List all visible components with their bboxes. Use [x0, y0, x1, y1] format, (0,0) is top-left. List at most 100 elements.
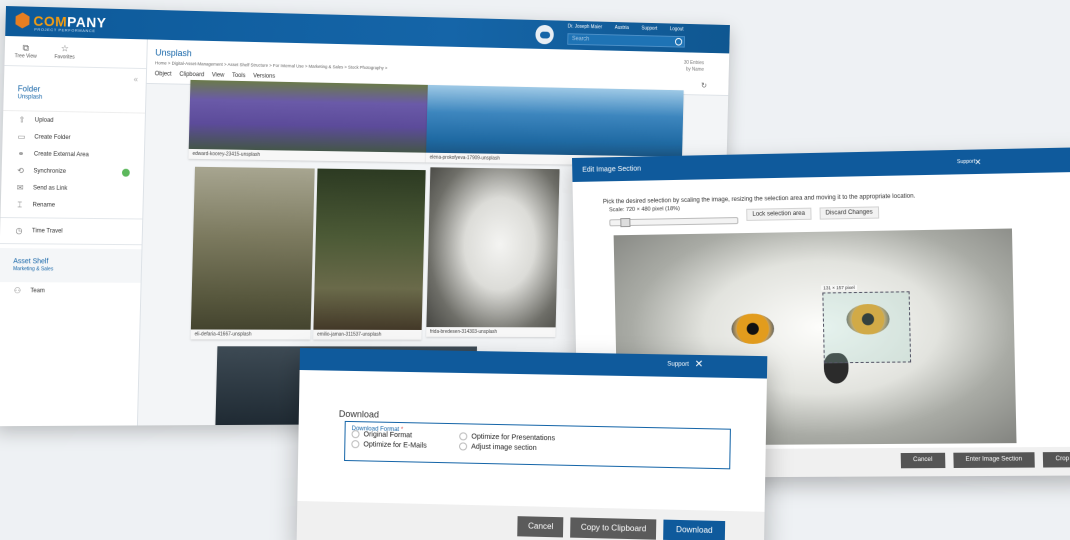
- divider: [0, 217, 142, 219]
- download-dialog: Support ✕ Download Download Format * Ori…: [297, 348, 768, 540]
- entry-count: 30 Entries by Name: [684, 60, 704, 74]
- logo-hex-icon: [15, 12, 29, 28]
- edit-support-link[interactable]: Support: [957, 159, 975, 165]
- close-icon[interactable]: ✕: [974, 157, 981, 166]
- lock-selection-button[interactable]: Lock selection area: [746, 208, 811, 221]
- menu-view[interactable]: View: [212, 72, 225, 78]
- image-tile[interactable]: emilio-jaman-311537-unsplash: [313, 169, 425, 340]
- user-link[interactable]: Dr. Joseph Maier: [568, 24, 603, 31]
- scale-label: Scale: 720 × 480 pixel (18%): [609, 205, 738, 213]
- close-icon[interactable]: ✕: [694, 359, 703, 370]
- edit-dialog-title: Edit Image Section: [582, 165, 641, 173]
- check-icon: [122, 168, 130, 176]
- sidebar-item-synchronize[interactable]: ⟲ Synchronize: [1, 162, 143, 181]
- copy-to-clipboard-button[interactable]: Copy to Clipboard: [570, 517, 656, 539]
- cancel-button[interactable]: Cancel: [901, 453, 945, 469]
- upload-icon: ⇧: [17, 115, 27, 124]
- asset-shelf[interactable]: Asset Shelf Marketing & Sales: [0, 248, 141, 283]
- image-tile[interactable]: elena-prokofyeva-17909-unsplash: [426, 85, 684, 166]
- menu-object[interactable]: Object: [155, 71, 172, 77]
- enter-image-section-button[interactable]: Enter Image Section: [953, 452, 1035, 468]
- sidebar-item-label: Create External Area: [34, 151, 89, 158]
- sidebar-item-label: Synchronize: [33, 168, 66, 174]
- tile-caption: eli-defaria-41667-unsplash: [191, 329, 311, 339]
- folder-heading: Folder: [4, 66, 146, 96]
- option-original-format[interactable]: Original Format: [351, 430, 457, 440]
- sidebar-item-label: Time Travel: [32, 228, 63, 234]
- radio-icon[interactable]: [459, 432, 467, 440]
- discard-changes-button[interactable]: Discard Changes: [819, 206, 879, 219]
- star-icon: ☆: [55, 43, 76, 54]
- option-label: Optimize for E-Mails: [363, 441, 426, 449]
- sidebar-item-create-external-area[interactable]: ⚭ Create External Area: [2, 145, 144, 164]
- option-label: Optimize for Presentations: [471, 433, 555, 442]
- download-support-link[interactable]: Support: [667, 362, 689, 368]
- download-button[interactable]: Download: [664, 520, 726, 540]
- tile-caption: emilio-jaman-311537-unsplash: [313, 330, 421, 340]
- tab-favorites[interactable]: ☆ Favorites: [54, 43, 75, 60]
- sidebar-item-label: Create Folder: [34, 134, 70, 141]
- slider-handle[interactable]: [620, 218, 630, 227]
- refresh-icon[interactable]: ↻: [701, 81, 707, 90]
- option-optimize-emails[interactable]: Optimize for E-Mails: [351, 440, 457, 450]
- logo-tagline: PROJECT PERFORMANCE: [34, 27, 95, 33]
- option-adjust-image-section[interactable]: Adjust image section: [459, 442, 591, 453]
- owl-eye: [731, 313, 774, 344]
- asset-shelf-sub: Marketing & Sales: [13, 266, 127, 273]
- sidebar-tabs: ⧉ Tree View ☆ Favorites: [4, 36, 146, 69]
- sidebar-item-label: Team: [30, 288, 45, 294]
- option-label: Adjust image section: [471, 443, 537, 451]
- radio-icon[interactable]: [351, 440, 359, 448]
- sort-label[interactable]: by Name: [684, 67, 704, 74]
- sidebar-item-time-travel[interactable]: ◷ Time Travel: [0, 222, 142, 240]
- avatar[interactable]: [535, 25, 554, 45]
- collapse-icon[interactable]: «: [134, 75, 139, 84]
- send-link-icon: ✉: [15, 183, 25, 192]
- create-folder-icon: ▭: [16, 132, 26, 141]
- download-title: Download: [299, 370, 767, 427]
- support-link[interactable]: Support: [641, 26, 657, 32]
- rename-icon: ⌶: [15, 200, 25, 210]
- option-optimize-presentations[interactable]: Optimize for Presentations: [459, 432, 591, 443]
- search-input[interactable]: Search: [567, 33, 685, 47]
- selection-area[interactable]: 131 × 157 pixel: [822, 291, 911, 363]
- image-tile[interactable]: frida-bredesen-314303-unsplash: [426, 167, 559, 337]
- country-link[interactable]: Austria: [615, 25, 629, 31]
- download-format-group: Download Format * Original Format Optimi…: [344, 421, 731, 469]
- menu-clipboard[interactable]: Clipboard: [179, 72, 204, 78]
- image-tile[interactable]: edward-koorey-23415-unsplash: [188, 80, 427, 162]
- search-placeholder: Search: [572, 36, 589, 42]
- sidebar-item-rename[interactable]: ⌶ Rename: [1, 196, 143, 215]
- external-area-icon: ⚭: [16, 149, 26, 158]
- sidebar-item-team[interactable]: ⚇ Team: [0, 282, 141, 300]
- tab-tree-view[interactable]: ⧉ Tree View: [15, 42, 37, 59]
- top-links: Dr. Joseph Maier Austria Support Logout: [568, 24, 684, 33]
- image-tile[interactable]: eli-defaria-41667-unsplash: [191, 167, 315, 340]
- sidebar-item-label: Send as Link: [33, 185, 67, 191]
- tile-caption: frida-bredesen-314303-unsplash: [426, 327, 555, 337]
- menu-tools[interactable]: Tools: [232, 73, 246, 79]
- tab-favorites-label: Favorites: [54, 54, 74, 60]
- tab-tree-view-label: Tree View: [15, 53, 37, 59]
- menu-versions[interactable]: Versions: [253, 73, 275, 79]
- sidebar: ⧉ Tree View ☆ Favorites « Folder Unsplash …: [0, 36, 148, 426]
- radio-icon[interactable]: [351, 430, 359, 438]
- synchronize-icon: ⟲: [16, 166, 26, 175]
- tree-view-icon: ⧉: [15, 42, 37, 53]
- sidebar-item-label: Rename: [33, 202, 56, 208]
- search-icon[interactable]: [675, 38, 682, 46]
- radio-icon[interactable]: [459, 442, 467, 450]
- scale-slider[interactable]: [609, 217, 738, 226]
- crop-button[interactable]: Crop: [1043, 452, 1070, 468]
- divider: [0, 243, 142, 245]
- sidebar-item-label: Upload: [35, 117, 54, 123]
- selection-size: 131 × 157 pixel: [821, 285, 857, 291]
- cancel-button[interactable]: Cancel: [518, 516, 564, 537]
- logout-link[interactable]: Logout: [670, 26, 684, 32]
- download-dialog-footer: Cancel Copy to Clipboard Download: [297, 501, 765, 540]
- asset-shelf-heading: Asset Shelf: [13, 258, 127, 266]
- sidebar-item-send-as-link[interactable]: ✉ Send as Link: [1, 179, 143, 198]
- option-label: Original Format: [364, 431, 413, 439]
- time-travel-icon: ◷: [14, 226, 24, 235]
- tile-caption: edward-koorey-23415-unsplash: [188, 149, 426, 162]
